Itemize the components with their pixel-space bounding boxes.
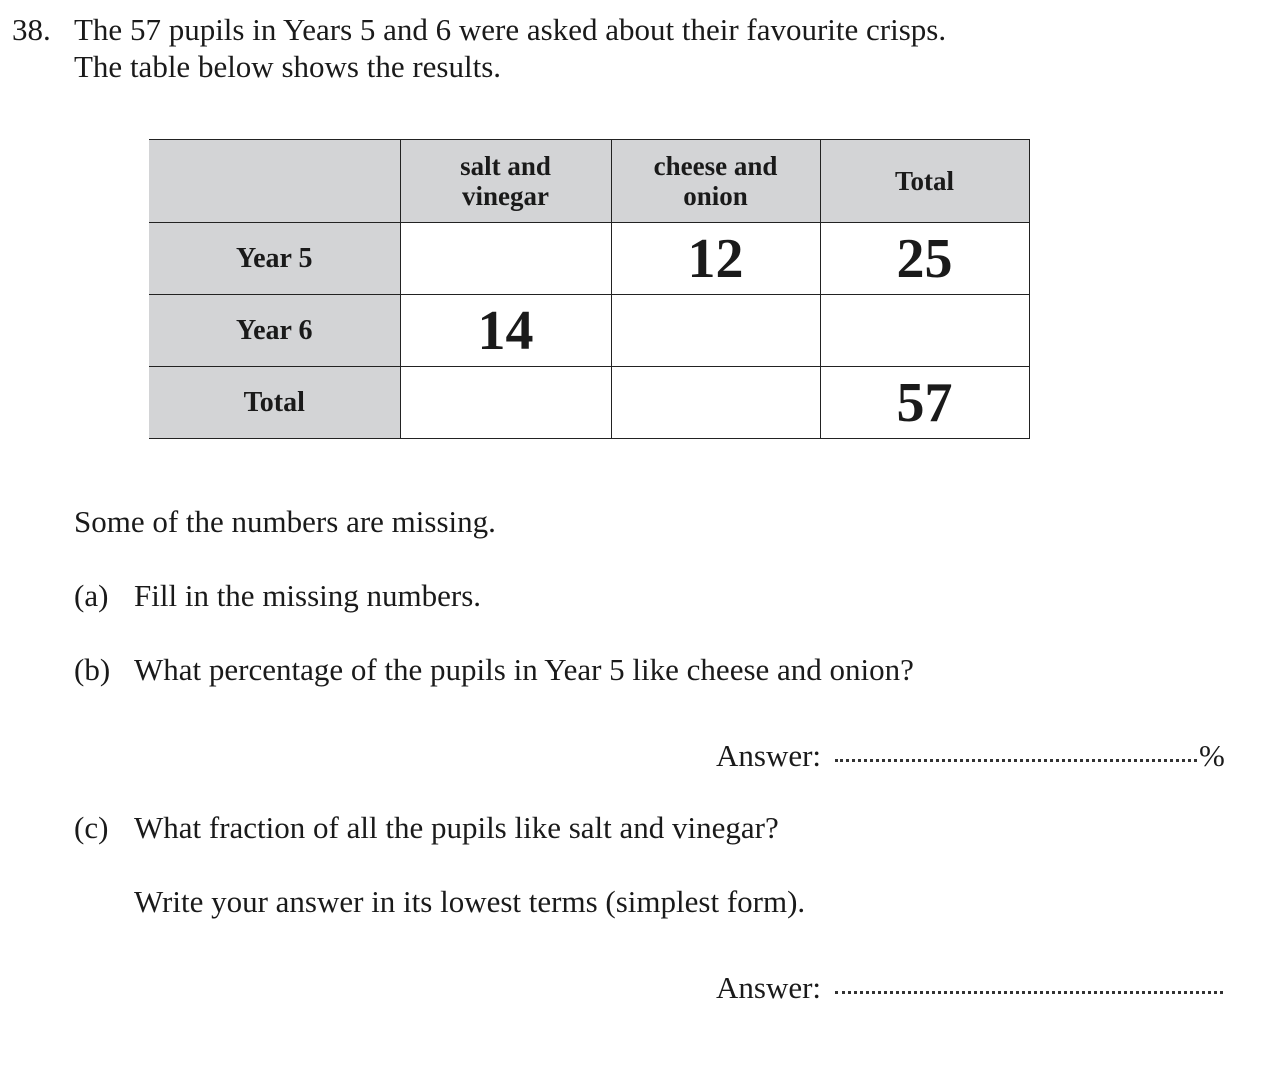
header-line: cheese and bbox=[653, 151, 778, 181]
cell-total-salt-vinegar[interactable] bbox=[399, 366, 612, 439]
part-c-note: Write your answer in its lowest terms (s… bbox=[134, 884, 806, 919]
answer-b-line: Answer: % bbox=[716, 738, 1225, 774]
part-a-text: Fill in the missing numbers. bbox=[134, 578, 482, 613]
question-text-line-2: The table below shows the results. bbox=[74, 49, 502, 84]
cell-year5-total: 25 bbox=[819, 222, 1030, 295]
answer-b-label: Answer: bbox=[716, 738, 822, 773]
answer-c-label: Answer: bbox=[716, 970, 822, 1005]
table-row-total: Total 57 bbox=[149, 366, 1030, 439]
part-b-text: What percentage of the pupils in Year 5 … bbox=[134, 652, 914, 687]
missing-numbers-note: Some of the numbers are missing. bbox=[74, 504, 496, 539]
cell-year5-salt-vinegar[interactable] bbox=[399, 222, 612, 295]
part-c-label: (c) bbox=[74, 810, 109, 845]
cell-year6-salt-vinegar: 14 bbox=[399, 294, 612, 367]
cell-total-cheese-onion[interactable] bbox=[610, 366, 821, 439]
row-label: Year 5 bbox=[149, 222, 401, 295]
cell-year6-total[interactable] bbox=[819, 294, 1030, 367]
header-cheese-and-onion: cheese and onion bbox=[610, 139, 821, 223]
header-line: salt and bbox=[460, 151, 551, 181]
cell-total-total: 57 bbox=[819, 366, 1030, 439]
cell-year6-cheese-onion[interactable] bbox=[610, 294, 821, 367]
header-line: onion bbox=[683, 181, 748, 211]
part-a-label: (a) bbox=[74, 578, 109, 613]
header-line: vinegar bbox=[462, 181, 549, 211]
cell-year5-cheese-onion: 12 bbox=[610, 222, 821, 295]
answer-b-input[interactable] bbox=[835, 759, 1198, 762]
answer-c-input[interactable] bbox=[835, 991, 1224, 994]
header-salt-and-vinegar: salt and vinegar bbox=[399, 139, 612, 223]
header-corner-cell bbox=[149, 139, 401, 223]
part-c-text: What fraction of all the pupils like sal… bbox=[134, 810, 779, 845]
crisps-results-table: salt and vinegar cheese and onion Total … bbox=[149, 139, 1030, 439]
question-text-line-1: The 57 pupils in Years 5 and 6 were aske… bbox=[74, 12, 947, 47]
header-line: Total bbox=[894, 166, 955, 196]
answer-c-line: Answer: bbox=[716, 970, 1224, 1006]
question-number: 38. bbox=[12, 12, 51, 47]
percent-sign: % bbox=[1199, 738, 1225, 773]
part-b-label: (b) bbox=[74, 652, 111, 687]
table-row-year-6: Year 6 14 bbox=[149, 294, 1030, 367]
table-row-year-5: Year 5 12 25 bbox=[149, 222, 1030, 295]
row-label: Year 6 bbox=[149, 294, 401, 367]
header-total: Total bbox=[819, 139, 1030, 223]
row-label: Total bbox=[149, 366, 401, 439]
table-header-row: salt and vinegar cheese and onion Total bbox=[149, 139, 1030, 223]
